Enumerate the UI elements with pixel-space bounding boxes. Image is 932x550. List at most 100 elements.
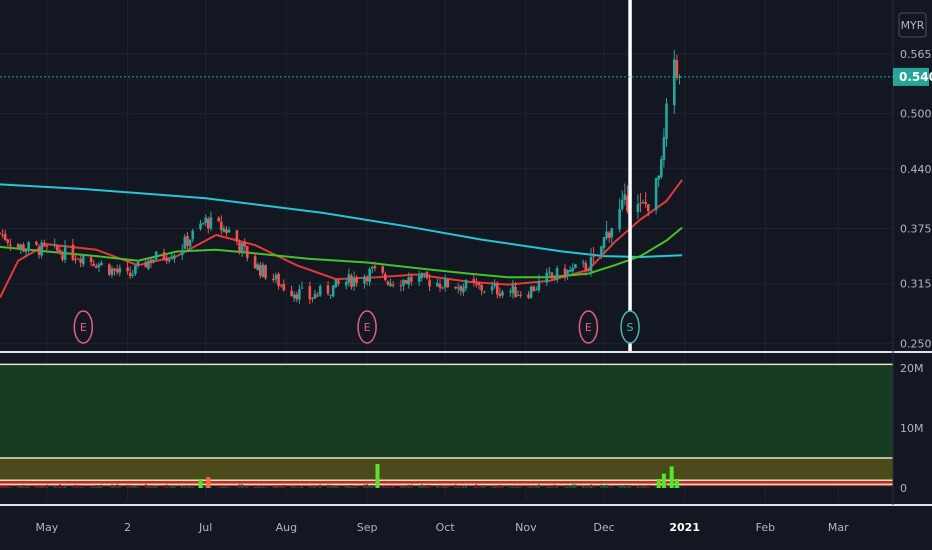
volume-bar (116, 484, 119, 488)
volume-bar (0, 486, 1, 488)
candle-body (618, 209, 621, 230)
volume-bar (386, 485, 389, 488)
candle-body (79, 259, 82, 263)
candle-body (647, 204, 650, 211)
candle-body (277, 273, 280, 287)
volume-bar (97, 485, 100, 488)
volume-bar (556, 486, 559, 488)
candle-body (152, 259, 155, 262)
candle-body (308, 286, 312, 300)
volume-bar (131, 486, 134, 488)
volume-bar (345, 485, 348, 488)
volume-bar (426, 485, 428, 488)
volume-bar (592, 486, 595, 488)
volume-bar (569, 486, 572, 488)
volume-bar (163, 487, 165, 488)
earnings-event-marker[interactable]: E (357, 310, 377, 344)
candle-body (253, 256, 257, 269)
volume-bar (475, 484, 478, 488)
volume-bar (636, 486, 639, 488)
time-tick-label: 2 (124, 521, 131, 534)
volume-bar (436, 485, 439, 488)
candle-body (167, 259, 171, 262)
volume-bar (371, 485, 374, 488)
candle-body (183, 236, 187, 249)
volume-bar (366, 484, 369, 488)
candle-body (477, 282, 481, 286)
time-tick-label: Oct (436, 521, 456, 534)
volume-bar (319, 484, 322, 488)
time-tick-label: May (36, 521, 59, 534)
volume-bar (77, 487, 80, 488)
volume-bar (647, 485, 650, 488)
volume-bar (298, 487, 301, 488)
candle-body (462, 287, 465, 293)
volume-bar (603, 485, 605, 488)
volume-bar (553, 484, 556, 488)
volume-bar (129, 485, 132, 488)
event-marker-label: E (80, 321, 87, 334)
volume-bar (459, 487, 462, 488)
candle-body (352, 277, 356, 287)
candle-body (165, 258, 168, 261)
volume-bar (186, 486, 189, 488)
volume-bar (618, 485, 621, 488)
candle-body (402, 280, 405, 286)
candle-body (620, 199, 624, 209)
volume-threshold-bands (0, 363, 893, 487)
volume-bar (368, 485, 371, 488)
candle-body (300, 287, 304, 289)
candle-body (56, 245, 59, 251)
volume-bar (605, 484, 608, 488)
candle-body (550, 272, 554, 277)
volume-bar (17, 485, 20, 488)
volume-bar (95, 485, 98, 488)
candle-body (227, 230, 231, 233)
candle-body (420, 272, 424, 279)
volume-bar (353, 486, 356, 488)
candle-body (201, 223, 205, 225)
volume-tick-label: 0 (900, 482, 907, 495)
earnings-event-marker[interactable]: E (73, 310, 94, 344)
volume-bar (537, 484, 540, 488)
candle-body (675, 60, 679, 78)
candle-body (82, 256, 85, 265)
volume-bar (332, 486, 335, 488)
candle-body (381, 266, 384, 273)
earnings-event-marker[interactable]: E (578, 310, 599, 344)
volume-bar (514, 486, 517, 488)
chart-canvas[interactable]: E E E S 0.250 0.315 0.375 0.440 0.500 0.565 0 10M… (0, 0, 932, 550)
volume-bar (74, 484, 77, 488)
volume-bar (35, 486, 38, 488)
candle-body (496, 283, 499, 295)
volume-bar (347, 485, 350, 488)
candle-body (480, 285, 483, 291)
volume-bar (509, 485, 512, 488)
candle-body (490, 286, 494, 291)
candle-body (657, 175, 660, 180)
volume-bar (134, 486, 137, 488)
volume-bar (511, 486, 514, 488)
candle-body (311, 298, 314, 300)
split-event-marker[interactable]: S (620, 310, 640, 344)
volume-bar (389, 487, 392, 488)
candle-body (371, 267, 374, 269)
candle-body (92, 263, 95, 266)
volume-bar (222, 486, 225, 488)
candle-body (313, 293, 317, 299)
candle-body (279, 284, 283, 286)
volume-bar (1, 486, 4, 488)
volume-bar (446, 486, 449, 488)
candle-body (519, 294, 522, 296)
volume-bar (548, 486, 551, 488)
candle-body (350, 275, 353, 288)
volume-bar (301, 486, 303, 488)
volume-bar (19, 486, 22, 488)
currency-label: MYR (901, 19, 925, 32)
candle-body (584, 263, 588, 271)
volume-bar (111, 484, 113, 488)
candle-body (589, 257, 593, 272)
candle-body (527, 294, 530, 298)
volume-bar (501, 486, 504, 488)
volume-bar (423, 486, 426, 488)
